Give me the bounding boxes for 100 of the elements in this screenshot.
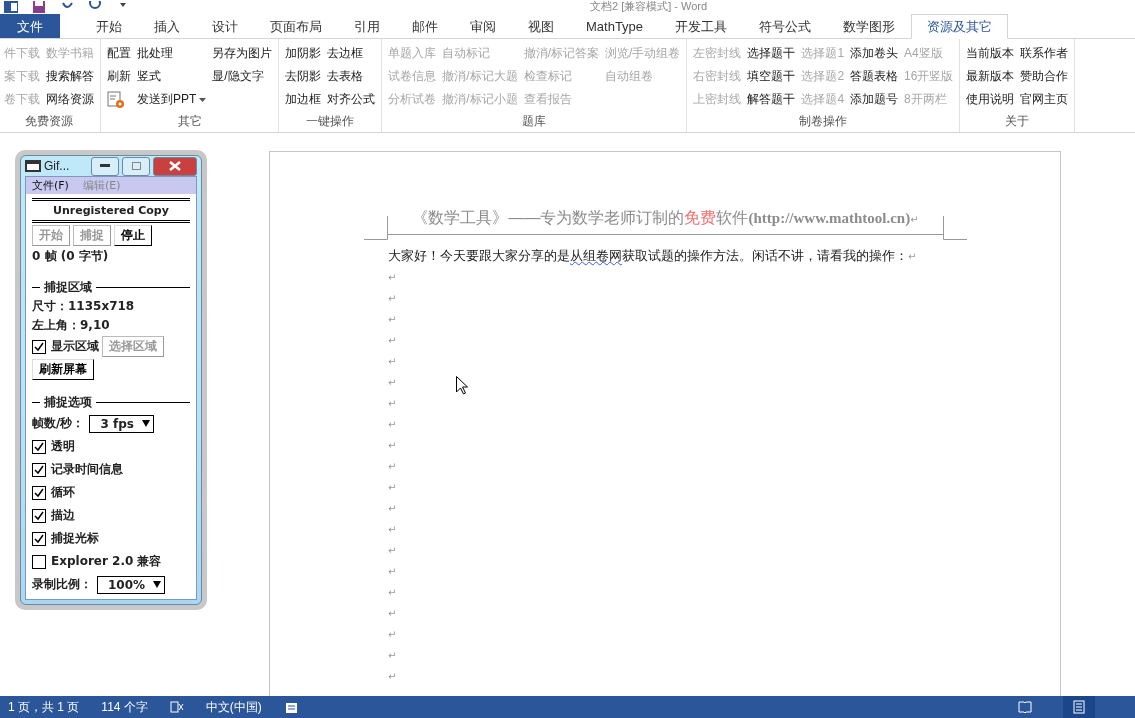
ribbon-button[interactable]: 对齐公式	[327, 89, 376, 110]
group-label: 一键操作	[305, 113, 356, 130]
checkbox-label: 显示区域	[51, 338, 99, 355]
ribbon-button[interactable]: 另存为图片	[212, 43, 273, 64]
paragraph-mark: ↵	[388, 314, 397, 325]
area-corner: 左上角：9,10	[32, 317, 111, 334]
window-title: 文档2 [兼容模式] - Word	[590, 0, 708, 12]
ribbon-button[interactable]: 最新版本	[966, 66, 1015, 87]
ribbon-button[interactable]: 去表格	[327, 66, 376, 87]
book-icon	[1018, 700, 1032, 714]
checkbox[interactable]	[32, 339, 46, 354]
checkbox[interactable]	[32, 485, 46, 500]
paragraph-mark: ↵	[388, 419, 397, 430]
print-layout-button[interactable]	[1063, 696, 1095, 718]
ribbon-button[interactable]: 显/隐文字	[212, 66, 273, 87]
checkbox-label: 循环	[51, 484, 75, 501]
ribbon-button[interactable]: 添加题号	[850, 89, 899, 110]
ribbon-button[interactable]: 当前版本	[966, 43, 1015, 64]
menu-item[interactable]: 文件(F)	[32, 178, 69, 193]
word-logo-icon[interactable]	[4, 1, 18, 13]
paragraph-mark: ↵	[388, 398, 397, 409]
minimize-icon	[100, 164, 110, 168]
page-icon	[1072, 700, 1086, 714]
paragraph-mark: ↵	[388, 272, 397, 283]
language-status[interactable]: 中文(中国)	[205, 698, 262, 716]
ribbon-button[interactable]: 解答题干	[747, 89, 796, 110]
section-title: 捕捉选项	[44, 394, 92, 411]
group-label: 制卷操作	[798, 113, 849, 130]
ribbon-button[interactable]: 使用说明	[966, 89, 1015, 110]
paragraph-mark: ↵	[388, 608, 397, 619]
ribbon-button[interactable]: 刷新	[107, 66, 131, 87]
ribbon-button[interactable]: 网络资源	[46, 89, 94, 110]
checkbox[interactable]	[32, 462, 46, 477]
caret-icon	[141, 420, 150, 427]
app-logo-icon	[25, 159, 41, 173]
paragraph-mark: ↵	[388, 482, 397, 493]
fps-label: 帧数/秒：	[32, 415, 85, 432]
area-size: 尺寸：1135x718	[32, 298, 136, 315]
paragraph-mark: ↵	[388, 650, 397, 661]
refresh-screen-button[interactable]: 刷新屏幕	[32, 359, 94, 380]
scale-label: 录制比例：	[32, 576, 92, 593]
paragraph-mark: ↵	[388, 356, 397, 367]
mouse-cursor-icon	[456, 376, 468, 395]
ribbon-tab[interactable]: 资源及其它	[911, 14, 1009, 39]
ribbon-button[interactable]: 答题表格	[850, 66, 899, 87]
window-title: Gif...	[44, 159, 70, 173]
ribbon-dropdown[interactable]: 发送到PPT	[137, 89, 207, 110]
ribbon-button[interactable]: 搜索解答	[46, 66, 94, 87]
scale-select[interactable]: 100%	[97, 575, 166, 594]
body-text: 大家好！今天要跟大家分享的是从组卷网获取试题的操作方法。闲话不讲，请看我的操作：	[388, 248, 908, 263]
section-title: 捕捉区域	[44, 279, 92, 296]
caret-icon	[153, 581, 162, 588]
ribbon-button[interactable]: 去边框	[327, 43, 376, 64]
group-label: 题库	[521, 113, 548, 130]
header-text: 《数学工具》——专为数学老师订制的免费软件(http://www.mathtool.cn)	[412, 209, 911, 226]
paragraph-mark: ↵	[388, 545, 397, 556]
ribbon-button[interactable]: 联系作者	[1020, 43, 1069, 64]
ribbon-button[interactable]: 赞助合作	[1020, 66, 1069, 87]
ribbon-button[interactable]: 添加卷头	[850, 43, 899, 64]
frame-count: 0 帧 (0 字节)	[32, 248, 110, 265]
ribbon-button[interactable]: 去阴影	[285, 66, 322, 87]
proofing-icon[interactable]	[169, 700, 184, 714]
close-button[interactable]	[153, 156, 197, 176]
paragraph-mark: ↵	[388, 461, 397, 472]
paragraph-mark: ↵	[388, 671, 397, 682]
paragraph-mark: ↵	[388, 293, 397, 304]
checkbox-label: 描边	[51, 507, 75, 524]
maximize-icon	[131, 162, 141, 170]
page-count[interactable]: 1 页，共 1 页	[8, 698, 80, 716]
file-tab[interactable]: 文件	[0, 14, 60, 38]
group-label: 其它	[176, 113, 203, 130]
paragraph-mark: ↵	[910, 214, 919, 225]
ribbon-button[interactable]: 选择题干	[747, 43, 796, 64]
word-count[interactable]: 114 个字	[101, 698, 148, 716]
capture-button[interactable]: 停止	[114, 225, 152, 246]
group-label: 关于	[1004, 113, 1031, 130]
paragraph-mark: ↵	[388, 440, 397, 451]
unregistered-label: Unregistered Copy	[53, 204, 169, 217]
ribbon-button[interactable]: 填空题干	[747, 66, 796, 87]
checkbox-label: Explorer 2.0 兼容	[51, 553, 162, 570]
ribbon-button[interactable]: 批处理	[137, 43, 207, 64]
ribbon-button[interactable]: 加边框	[285, 89, 322, 110]
minimize-button[interactable]	[91, 156, 119, 176]
caret-icon	[199, 97, 207, 102]
checkbox[interactable]	[32, 508, 46, 523]
ribbon-button[interactable]: 官网主页	[1020, 89, 1069, 110]
checkbox[interactable]	[32, 554, 46, 569]
save-icon[interactable]	[32, 1, 46, 13]
ribbon-button[interactable]: 配置	[107, 43, 131, 64]
fps-select[interactable]: 3 fps	[89, 414, 154, 433]
paragraph-mark: ↵	[388, 335, 397, 346]
gear-document-icon[interactable]	[107, 90, 125, 109]
checkbox[interactable]	[32, 531, 46, 546]
macro-icon[interactable]	[283, 700, 298, 714]
ribbon-button[interactable]: 加阴影	[285, 43, 322, 64]
paragraph-mark: ↵	[388, 524, 397, 535]
checkbox-label: 记录时间信息	[51, 461, 123, 478]
paragraph-mark: ↵	[388, 629, 397, 640]
ribbon-button[interactable]: 竖式	[137, 66, 207, 87]
checkbox[interactable]	[32, 439, 46, 454]
